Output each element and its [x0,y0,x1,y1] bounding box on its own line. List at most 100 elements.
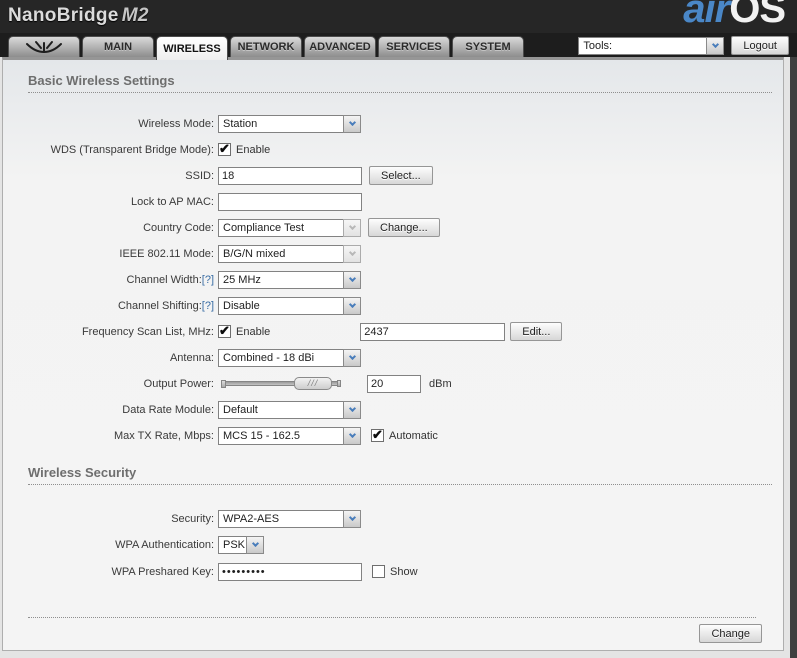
tab-main[interactable]: MAIN [82,36,154,57]
wireless-security-title: Wireless Security [28,465,772,485]
antenna-row: Antenna: Combined - 18 dBi [3,348,783,367]
antenna-value: Combined - 18 dBi [218,348,343,367]
tab-system-label: SYSTEM [465,41,511,53]
tab-wireless[interactable]: WIRELESS [156,36,228,60]
product-name: NanoBridge [8,5,119,26]
chevron-down-icon [348,274,356,282]
show-key-checkbox[interactable] [372,565,385,578]
chevron-down-icon [348,222,356,230]
slider-handle[interactable]: /// [294,377,332,390]
automatic-checkbox[interactable] [371,427,384,443]
max-tx-rate-select[interactable]: MCS 15 - 162.5 [218,426,361,445]
tab-advanced[interactable]: ADVANCED [304,36,376,57]
chevron-down-icon [711,40,719,48]
footer-separator [28,617,756,618]
channel-width-select[interactable]: 25 MHz [218,270,361,289]
wireless-security-form: Security: WPA2-AES WPA Authentication: P… [3,509,783,581]
wpa-auth-select[interactable]: PSK [218,535,264,554]
max-tx-rate-select-arrow[interactable] [343,426,361,445]
security-label: Security: [171,512,214,525]
ssid-input[interactable] [218,166,362,185]
chevron-down-icon [348,430,356,438]
chevron-down-icon [348,248,356,256]
output-power-input[interactable] [367,374,421,393]
lock-ap-mac-label: Lock to AP MAC: [131,195,214,208]
wireless-mode-value: Station [218,114,343,133]
ssid-select-button[interactable]: Select... [369,166,433,185]
tools-select[interactable]: Tools: [578,36,725,55]
wpa-key-row: WPA Preshared Key: Show [3,562,783,581]
tabbar-right-controls: Tools: Logout [578,36,789,55]
antenna-select[interactable]: Combined - 18 dBi [218,348,361,367]
channel-width-help-link[interactable]: [?] [202,274,214,286]
wds-enable-checkbox[interactable] [218,141,231,157]
change-button[interactable]: Change [699,624,762,643]
app-header: NanoBridge M2 airOS [0,0,797,33]
tab-services[interactable]: SERVICES [378,36,450,57]
chevron-down-icon [348,404,356,412]
channel-shifting-value: Disable [218,296,343,315]
tools-select-arrow[interactable] [706,36,725,55]
wpa-auth-label: WPA Authentication: [115,538,214,551]
output-power-row: Output Power: /// dBm [3,374,783,393]
country-code-value: Compliance Test [218,218,343,237]
wpa-key-label: WPA Preshared Key: [111,565,214,578]
wds-label: WDS (Transparent Bridge Mode): [50,143,214,156]
ieee-mode-label: IEEE 802.11 Mode: [119,247,214,260]
chevron-down-icon [348,352,356,360]
security-select-arrow[interactable] [343,509,361,528]
wireless-mode-label: Wireless Mode: [138,117,214,130]
tab-services-label: SERVICES [386,41,442,53]
footer-actions: Change [3,624,762,643]
wpa-preshared-key-input[interactable] [218,562,362,581]
wireless-mode-select-arrow[interactable] [343,114,361,133]
tab-network[interactable]: NETWORK [230,36,302,57]
output-power-slider[interactable]: /// [221,376,341,391]
tab-system[interactable]: SYSTEM [452,36,524,57]
country-code-select-arrow [343,218,361,237]
security-select[interactable]: WPA2-AES [218,509,361,528]
slider-grip-icon: /// [307,378,319,388]
automatic-label: Automatic [389,429,438,442]
freq-scan-edit-button[interactable]: Edit... [510,322,563,341]
data-rate-module-select[interactable]: Default [218,400,361,419]
wireless-mode-select[interactable]: Station [218,114,361,133]
freq-scan-enable-label: Enable [236,325,271,338]
data-rate-module-select-arrow[interactable] [343,400,361,419]
lock-ap-mac-input[interactable] [218,192,362,211]
chevron-down-icon [348,300,356,308]
channel-shifting-label: Channel Shifting:[?] [3,300,214,312]
data-rate-module-row: Data Rate Module: Default [3,400,783,419]
country-code-select: Compliance Test [218,218,361,237]
antenna-select-arrow[interactable] [343,348,361,367]
channel-shifting-select[interactable]: Disable [218,296,361,315]
antenna-label: Antenna: [169,351,214,364]
chevron-down-icon [251,539,259,547]
max-tx-rate-value: MCS 15 - 162.5 [218,426,343,445]
freq-scan-row: Frequency Scan List, MHz: Enable Edit... [3,322,783,341]
ieee-mode-select: B/G/N mixed [218,244,361,263]
channel-width-select-arrow[interactable] [343,270,361,289]
page-background: Basic Wireless Settings Wireless Mode: S… [0,57,790,658]
chevron-down-icon [348,118,356,126]
product-model: M2 [121,5,149,26]
country-code-label: Country Code: [143,221,214,234]
channel-shifting-row: Channel Shifting:[?] Disable [3,296,783,315]
tab-home-logo[interactable] [8,36,80,57]
channel-shifting-select-arrow[interactable] [343,296,361,315]
tab-main-label: MAIN [103,41,133,53]
channel-shifting-help-link[interactable]: [?] [202,300,214,312]
freq-scan-enable-checkbox[interactable] [218,323,231,339]
airos-logo: airOS [683,0,786,29]
freq-scan-list-input[interactable] [360,322,506,341]
tab-advanced-label: ADVANCED [309,41,371,53]
security-value: WPA2-AES [218,509,343,528]
product-title: NanoBridge M2 [8,5,149,27]
country-code-change-button[interactable]: Change... [368,218,440,237]
security-row: Security: WPA2-AES [3,509,783,528]
ssid-row: SSID: Select... [3,166,783,185]
logout-button[interactable]: Logout [731,36,789,55]
main-nav: MAIN WIRELESS NETWORK ADVANCED SERVICES … [0,33,797,60]
wireless-mode-row: Wireless Mode: Station [3,114,783,133]
wpa-auth-select-arrow[interactable] [246,535,264,554]
